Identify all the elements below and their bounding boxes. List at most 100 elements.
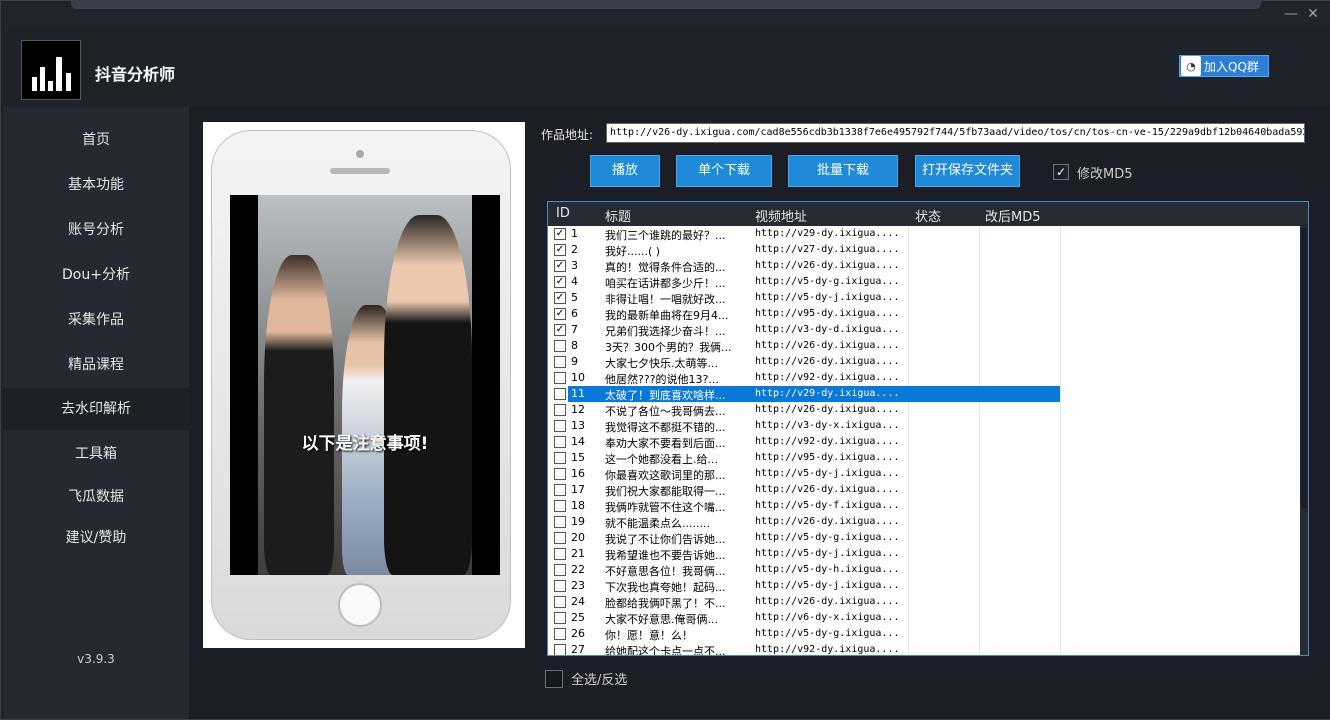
table-row[interactable]: ✓ 4 咱买在话讲都多少斤！... http://v5-dy-g.ixigua... <box>548 274 1300 290</box>
table-row[interactable]: 9 大家七夕快乐.太萌等... http://v26-dy.ixigua.... <box>548 354 1300 370</box>
table-row[interactable]: 27 给她配这个卡点一点不... http://v92-dy.ixigua.... <box>548 642 1300 655</box>
table-row[interactable]: 23 下次我也真夸她！起码... http://v5-dy-j.ixigua... <box>548 578 1300 594</box>
row-checkbox[interactable] <box>554 340 566 352</box>
row-checkbox[interactable]: ✓ <box>554 260 566 272</box>
table-row[interactable]: 16 你最喜欢这歌词里的那... http://v5-dy-j.ixigua... <box>548 466 1300 482</box>
row-checkbox[interactable] <box>554 564 566 576</box>
row-checkbox[interactable] <box>554 452 566 464</box>
row-id: 17 <box>571 483 585 496</box>
row-id: 22 <box>571 563 585 576</box>
join-qq-group-button[interactable]: ◔ 加入QQ群 <box>1179 55 1269 77</box>
row-title: 不好意思各位！我哥俩... <box>605 565 726 578</box>
table-row[interactable]: 15 这一个她都没看上.给... http://v95-dy.ixigua.... <box>548 450 1300 466</box>
table-scrollbar[interactable] <box>1300 202 1308 655</box>
table-row[interactable]: 18 我俩咋就管不住这个嘴... http://v5-dy-f.ixigua... <box>548 498 1300 514</box>
table-row[interactable]: 12 不说了各位～我哥俩去... http://v26-dy.ixigua.... <box>548 402 1300 418</box>
table-row[interactable]: 26 你！愿！意！么！ http://v5-dy-g.ixigua... <box>548 626 1300 642</box>
row-checkbox[interactable] <box>554 596 566 608</box>
table-row[interactable]: ✓ 1 我们三个谁跳的最好？... http://v29-dy.ixigua.... <box>548 226 1300 242</box>
table-row[interactable]: ✓ 6 我的最新单曲将在9月4... http://v95-dy.ixigua.... <box>548 306 1300 322</box>
table-row[interactable]: 24 脸都给我俩吓黑了！不... http://v26-dy.ixigua.... <box>548 594 1300 610</box>
row-checkbox[interactable] <box>554 644 566 655</box>
table-row[interactable]: ✓ 7 兄弟们我选择少奋斗！... http://v3-dy-d.ixigua... <box>548 322 1300 338</box>
column-header-id[interactable]: ID <box>556 206 570 221</box>
column-header-md5[interactable]: 改后MD5 <box>985 206 1041 225</box>
table-row[interactable]: ✓ 3 真的！觉得条件合适的... http://v26-dy.ixigua.... <box>548 258 1300 274</box>
work-url-input[interactable]: http://v26-dy.ixigua.com/cad8e556cdb3b13… <box>606 123 1305 143</box>
play-button[interactable]: 播放 <box>590 155 660 187</box>
sidebar-item-toolbox[interactable]: 工具箱 <box>3 433 189 475</box>
sidebar-item-dou-plus-analysis[interactable]: Dou+分析 <box>3 254 189 296</box>
row-checkbox[interactable] <box>554 484 566 496</box>
row-title: 我觉得这不都挺不错的... <box>605 421 726 434</box>
video-preview[interactable]: 以下是注意事项! <box>203 122 525 648</box>
table-row[interactable]: 13 我觉得这不都挺不错的... http://v3-dy-x.ixigua... <box>548 418 1300 434</box>
open-save-folder-button[interactable]: 打开保存文件夹 <box>915 155 1020 187</box>
table-row[interactable]: 14 奉劝大家不要看到后面... http://v92-dy.ixigua.... <box>548 434 1300 450</box>
row-id: 21 <box>571 547 585 560</box>
row-id: 6 <box>571 307 578 320</box>
app-logo-icon <box>21 40 81 100</box>
row-checkbox[interactable] <box>554 372 566 384</box>
row-checkbox[interactable]: ✓ <box>554 324 566 336</box>
row-title: 他居然???的说他13?... <box>605 373 719 386</box>
row-checkbox[interactable]: ✓ <box>554 228 566 240</box>
row-checkbox[interactable] <box>554 500 566 512</box>
select-all-checkbox[interactable] <box>545 669 563 688</box>
row-checkbox[interactable] <box>554 468 566 480</box>
row-checkbox[interactable]: ✓ <box>554 276 566 288</box>
sidebar-item-feigua-data[interactable]: 飞瓜数据 <box>3 476 189 518</box>
table-row[interactable]: ✓ 5 非得让唱！一唱就好改... http://v5-dy-j.ixigua... <box>548 290 1300 306</box>
row-title: 大家七夕快乐.太萌等... <box>605 357 718 370</box>
batch-download-button[interactable]: 批量下载 <box>788 155 898 187</box>
row-url: http://v5-dy-g.ixigua... <box>755 532 900 543</box>
table-row[interactable]: 22 不好意思各位！我哥俩... http://v5-dy-h.ixigua... <box>548 562 1300 578</box>
close-icon[interactable]: ✕ <box>1306 7 1320 21</box>
row-checkbox[interactable] <box>554 548 566 560</box>
table-row[interactable]: 8 3天？300个男的？我俩... http://v26-dy.ixigua.... <box>548 338 1300 354</box>
table-row[interactable]: 19 就不能温柔点么........ http://v26-dy.ixigua...… <box>548 514 1300 530</box>
column-header-url[interactable]: 视频地址 <box>755 206 807 225</box>
modify-md5-checkbox[interactable]: ✓ <box>1053 164 1069 180</box>
row-checkbox[interactable] <box>554 612 566 624</box>
column-header-title[interactable]: 标题 <box>605 206 631 225</box>
row-checkbox[interactable] <box>554 628 566 640</box>
minimize-icon[interactable]: — <box>1284 7 1298 21</box>
table-row[interactable]: 10 他居然???的说他13?... http://v92-dy.ixigua...… <box>548 370 1300 386</box>
sidebar-item-account-analysis[interactable]: 账号分析 <box>3 209 189 251</box>
select-all-option[interactable]: 全选/反选 <box>545 669 627 688</box>
video-table: ID 标题 视频地址 状态 改后MD5 ✓ 1 我们三个谁跳的最好？... http:… <box>547 201 1309 656</box>
table-row[interactable]: 25 大家不好意思.俺哥俩... http://v6-dy-x.ixigua... <box>548 610 1300 626</box>
table-row[interactable]: 20 我说了不让你们告诉她... http://v5-dy-g.ixigua... <box>548 530 1300 546</box>
sidebar-item-premium-courses[interactable]: 精品课程 <box>3 344 189 386</box>
table-row[interactable]: 11 太破了！到底喜欢啥样... http://v29-dy.ixigua.... <box>548 386 1300 402</box>
row-checkbox[interactable]: ✓ <box>554 244 566 256</box>
modify-md5-option[interactable]: ✓ 修改MD5 <box>1053 160 1133 184</box>
sidebar-item-collect-works[interactable]: 采集作品 <box>3 299 189 341</box>
row-url: http://v5-dy-j.ixigua... <box>755 292 900 303</box>
sidebar-item-suggest-sponsor[interactable]: 建议/赞助 <box>3 517 189 559</box>
table-row[interactable]: ✓ 2 我好......( ) http://v27-dy.ixigua.... <box>548 242 1300 258</box>
sidebar-item-remove-watermark[interactable]: 去水印解析 <box>3 388 189 430</box>
table-row[interactable]: 17 我们祝大家都能取得一... http://v26-dy.ixigua.... <box>548 482 1300 498</box>
row-checkbox[interactable] <box>554 516 566 528</box>
row-checkbox[interactable] <box>554 580 566 592</box>
row-checkbox[interactable] <box>554 356 566 368</box>
table-row[interactable]: 21 我希望谁也不要告诉她... http://v5-dy-j.ixigua... <box>548 546 1300 562</box>
row-checkbox[interactable] <box>554 404 566 416</box>
row-checkbox[interactable] <box>554 532 566 544</box>
row-checkbox[interactable] <box>554 420 566 432</box>
sidebar-item-basic-features[interactable]: 基本功能 <box>3 164 189 206</box>
row-checkbox[interactable]: ✓ <box>554 308 566 320</box>
column-header-status[interactable]: 状态 <box>915 206 941 225</box>
row-checkbox[interactable]: ✓ <box>554 292 566 304</box>
row-checkbox[interactable] <box>554 436 566 448</box>
sidebar-item-home[interactable]: 首页 <box>3 119 189 161</box>
single-download-button[interactable]: 单个下载 <box>676 155 772 187</box>
table-scrollbar-thumb[interactable] <box>1301 228 1307 508</box>
row-id: 12 <box>571 403 585 416</box>
row-title: 我希望谁也不要告诉她... <box>605 549 726 562</box>
row-checkbox[interactable] <box>554 388 566 400</box>
row-id: 25 <box>571 611 585 624</box>
row-url: http://v95-dy.ixigua.... <box>755 452 900 463</box>
